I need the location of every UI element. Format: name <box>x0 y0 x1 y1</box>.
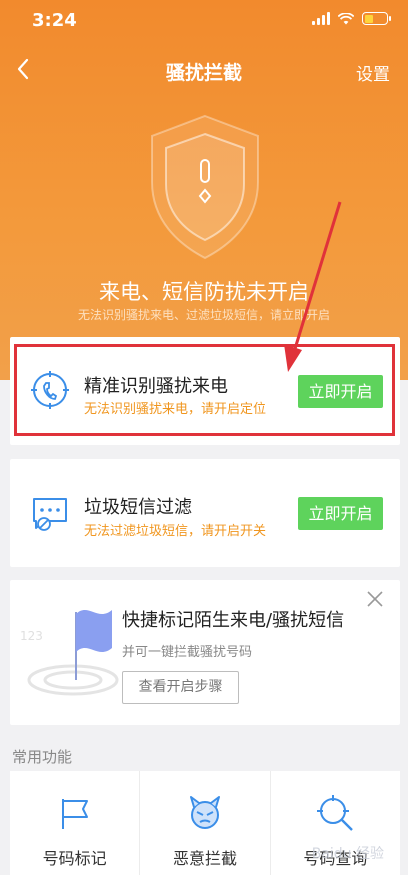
func-malicious-block[interactable]: 恶意拦截 <box>140 771 271 875</box>
devil-face-icon <box>189 796 220 829</box>
shield-alert-icon <box>151 114 259 260</box>
func-label: 恶意拦截 <box>172 849 237 868</box>
status-time: 3:24 <box>32 10 77 31</box>
svg-text:123: 123 <box>20 629 43 643</box>
quick-mark-title: 快捷标记陌生来电/骚扰短信 <box>122 610 345 631</box>
status-icons <box>312 12 391 25</box>
close-icon[interactable] <box>364 588 386 610</box>
section-label: 常用功能 <box>12 748 73 766</box>
search-number-icon <box>317 795 354 831</box>
settings-button[interactable]: 设置 <box>356 60 390 85</box>
page-title: 骚扰拦截 <box>165 62 242 84</box>
signal-icon <box>312 12 330 25</box>
highlight-box <box>14 344 395 436</box>
quick-mark-card: 123 快捷标记陌生来电/骚扰短信 并可一键拦截骚扰号码 查看开启步骤 <box>10 580 400 725</box>
sms-block-icon <box>33 498 67 531</box>
card-title: 垃圾短信过滤 <box>84 497 192 518</box>
wifi-icon <box>338 12 354 24</box>
func-label: 号码标记 <box>42 849 107 868</box>
enable-sms-filter-button[interactable]: 立即开启 <box>298 497 383 530</box>
watermark: Baidu 经验 <box>311 846 384 862</box>
view-steps-button[interactable]: 查看开启步骤 <box>122 671 239 704</box>
quick-mark-subtitle: 并可一键拦截骚扰号码 <box>122 645 253 660</box>
hero-title: 来电、短信防扰未开启 <box>99 280 309 304</box>
card-subtitle: 无法过滤垃圾短信，请开启开关 <box>84 524 267 539</box>
flag-mark-icon <box>61 799 88 829</box>
status-bar: 3:24 <box>0 0 408 44</box>
sms-filter-card: 垃圾短信过滤 无法过滤垃圾短信，请开启开关 立即开启 <box>10 459 400 567</box>
battery-icon <box>362 12 391 25</box>
flag-icon: 123 <box>20 610 119 696</box>
func-number-mark[interactable]: 号码标记 <box>10 771 141 875</box>
hero-subtitle: 无法识别骚扰来电、过滤垃圾短信，请立即开启 <box>77 308 330 322</box>
